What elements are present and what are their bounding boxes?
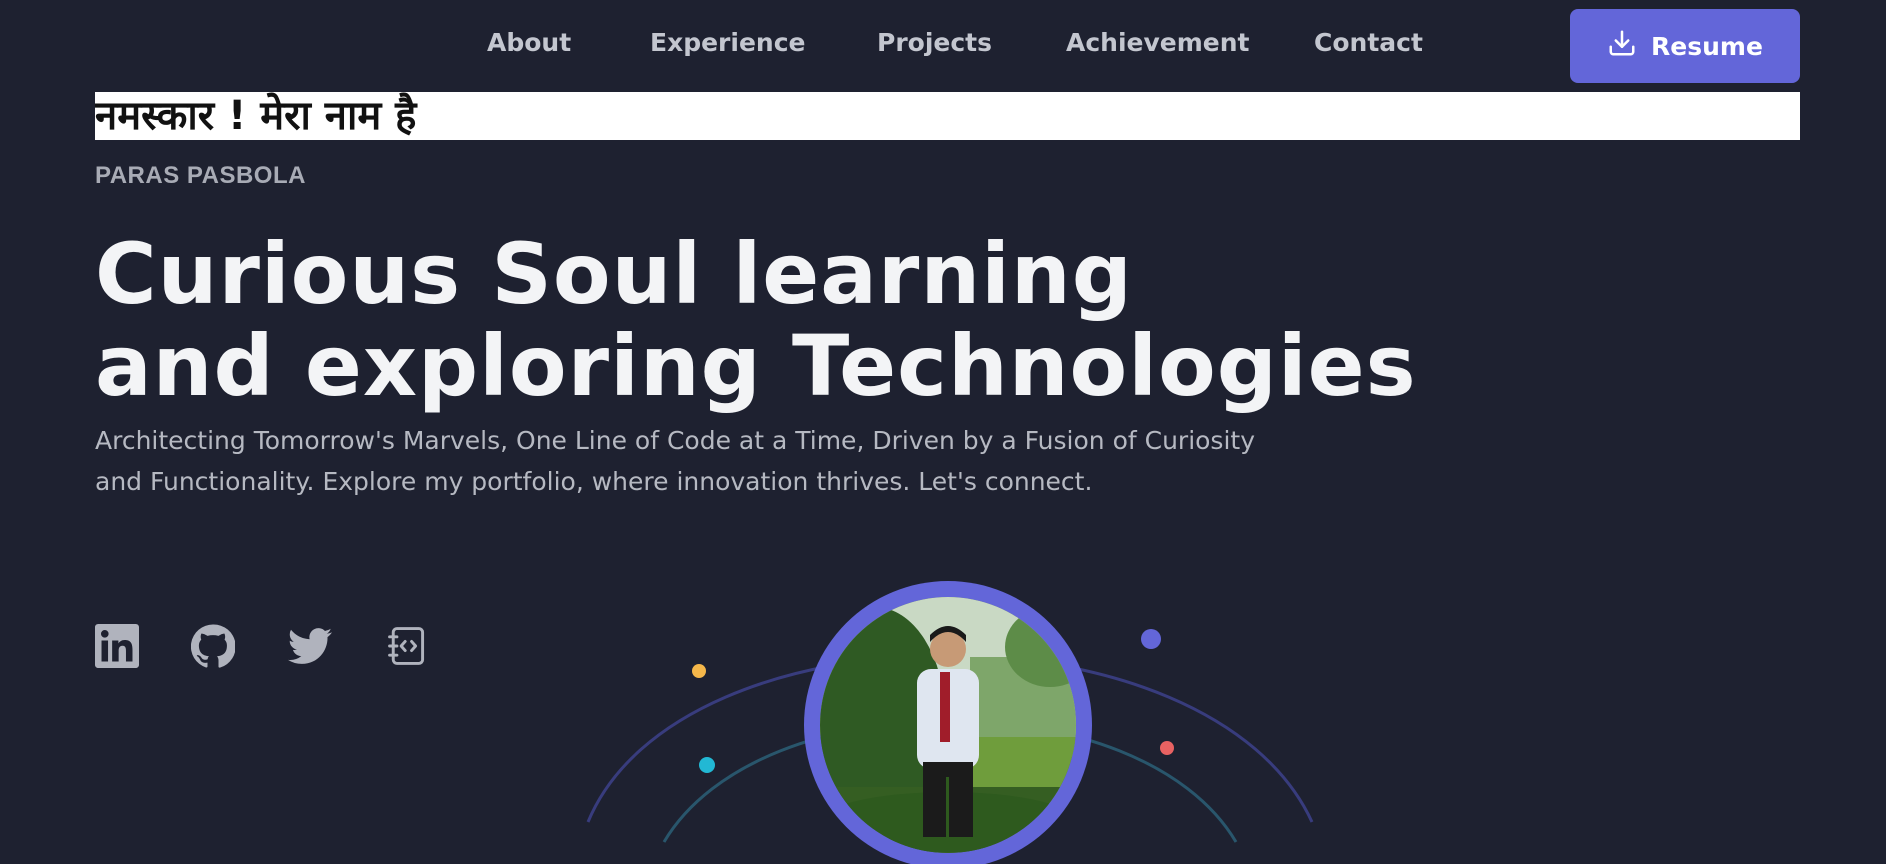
hero-headline: Curious Soul learning and exploring Tech… — [95, 225, 1417, 415]
portfolio-page: About Experience Projects Achievement Co… — [0, 0, 1886, 864]
orbit-dot-yellow — [692, 664, 706, 678]
hero-tagline: Architecting Tomorrow's Marvels, One Lin… — [95, 426, 1255, 496]
resume-button[interactable]: Resume — [1570, 9, 1800, 83]
avatar — [820, 597, 1076, 853]
orbit-dot-cyan — [699, 757, 715, 773]
orbit-dot-blue — [1141, 629, 1161, 649]
orbit-dot-red — [1160, 741, 1174, 755]
hero-name: PARAS PASBOLA — [95, 162, 306, 189]
linkedin-icon[interactable] — [95, 624, 139, 668]
github-icon[interactable] — [190, 624, 236, 668]
nav-link-experience[interactable]: Experience — [650, 28, 805, 57]
nav-link-projects[interactable]: Projects — [877, 28, 992, 57]
blog-notebook-icon[interactable] — [385, 624, 429, 668]
nav-link-contact[interactable]: Contact — [1314, 28, 1423, 57]
download-icon — [1607, 28, 1637, 64]
nav-link-about[interactable]: About — [487, 28, 571, 57]
twitter-icon[interactable] — [288, 624, 332, 668]
headline-line-1: Curious Soul learning — [95, 225, 1133, 323]
greeting-text: नमस्कार ! मेरा नाम है — [95, 93, 417, 139]
greeting-banner: नमस्कार ! मेरा नाम है — [95, 92, 1800, 140]
nav-link-achievement[interactable]: Achievement — [1066, 28, 1250, 57]
resume-button-label: Resume — [1651, 31, 1763, 61]
headline-line-2: and exploring Technologies — [95, 317, 1417, 415]
avatar-photo — [820, 597, 1076, 853]
